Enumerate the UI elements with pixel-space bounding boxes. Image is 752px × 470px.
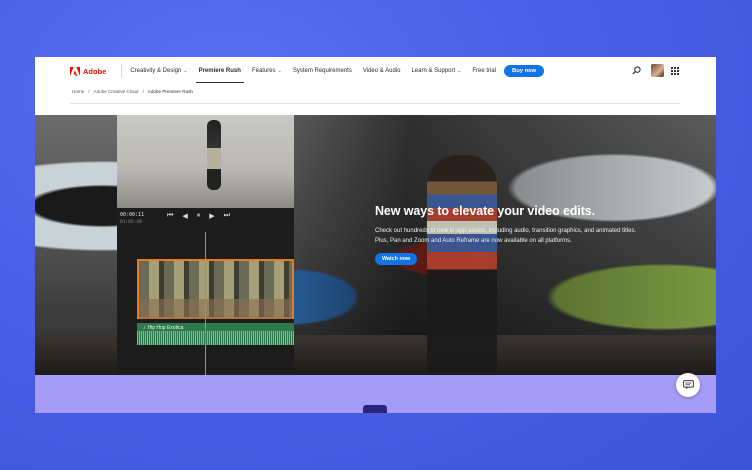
nav-divider xyxy=(121,64,123,78)
nav-label: Learn & Support xyxy=(411,68,456,74)
avatar[interactable] xyxy=(651,64,664,77)
nav-label: Free trial xyxy=(472,68,497,74)
playhead[interactable] xyxy=(205,232,206,375)
search-icon[interactable] xyxy=(632,66,641,75)
nav-video-audio[interactable]: Video & Audio xyxy=(363,68,401,74)
header-actions xyxy=(632,64,679,77)
skip-back-icon[interactable]: ⏮ xyxy=(167,212,173,220)
chevron-down-icon: ⌄ xyxy=(183,68,188,74)
nav-premiere-rush[interactable]: Premiere Rush xyxy=(195,68,245,83)
apps-grid-icon[interactable] xyxy=(671,66,679,75)
adobe-logo-icon xyxy=(70,66,80,76)
hero-banner: 00:00:11 01:05:48 ⏮ ◀ ⏸ ▶ ⏭ ♪ Hip Hop Ex… xyxy=(35,115,716,375)
watch-now-button[interactable]: Watch now xyxy=(375,253,418,265)
timecode-secondary: 01:05:48 xyxy=(120,220,142,225)
hero-text: New ways to elevate your video edits. Ch… xyxy=(375,204,645,265)
top-nav: Adobe Creativity & Design ⌄ Premiere Rush… xyxy=(35,57,716,85)
hero-person-image xyxy=(427,155,497,375)
breadcrumb-separator: / xyxy=(142,89,144,94)
nav-label: System Requirements xyxy=(292,68,352,74)
buy-now-button[interactable]: Buy now xyxy=(504,65,545,77)
chat-button[interactable] xyxy=(676,373,700,397)
breadcrumb: Home / Adobe Creative Cloud / Adobe Prem… xyxy=(72,89,193,94)
band-tab xyxy=(363,405,387,413)
header-divider xyxy=(70,103,681,104)
brand-name: Adobe xyxy=(83,66,107,76)
audio-waveform xyxy=(137,331,294,345)
nav-features[interactable]: Features ⌄ xyxy=(252,68,282,74)
step-forward-icon[interactable]: ▶ xyxy=(209,212,214,220)
nav-system-requirements[interactable]: System Requirements xyxy=(293,68,352,74)
timecode: 00:00:11 xyxy=(120,212,145,218)
hero-body: Check out hundreds of new in-app assets,… xyxy=(375,228,637,244)
playback-controls: ⏮ ◀ ⏸ ▶ ⏭ xyxy=(167,212,230,220)
chevron-down-icon: ⌄ xyxy=(457,68,462,74)
nav-learn-support[interactable]: Learn & Support ⌄ xyxy=(411,68,461,74)
breadcrumb-creative-cloud[interactable]: Adobe Creative Cloud xyxy=(94,89,139,94)
nav-creativity-design[interactable]: Creativity & Design ⌄ xyxy=(130,68,187,74)
step-back-icon[interactable]: ◀ xyxy=(182,212,187,220)
audio-track-label-wrap: ♪ Hip Hop Exotica xyxy=(143,325,183,331)
chevron-down-icon: ⌄ xyxy=(277,68,282,74)
browser-window: Adobe Creativity & Design ⌄ Premiere Rush… xyxy=(35,57,716,413)
adobe-logo[interactable]: Adobe xyxy=(70,66,107,76)
breadcrumb-separator: / xyxy=(88,89,90,94)
hero-title: New ways to elevate your video edits. xyxy=(375,204,595,218)
nav-label: Features xyxy=(251,68,276,74)
video-clip[interactable] xyxy=(137,259,294,319)
audio-track[interactable]: ♪ Hip Hop Exotica xyxy=(137,323,294,345)
nav-label: Premiere Rush xyxy=(198,68,241,74)
skip-forward-icon[interactable]: ⏭ xyxy=(224,212,230,220)
audio-track-label: Hip Hop Exotica xyxy=(147,325,184,331)
nav-label: Video & Audio xyxy=(362,68,401,74)
breadcrumb-home[interactable]: Home xyxy=(72,89,84,94)
editor-panel: 00:00:11 01:05:48 ⏮ ◀ ⏸ ▶ ⏭ ♪ Hip Hop Ex… xyxy=(117,208,294,375)
music-note-icon: ♪ xyxy=(143,325,146,331)
nav-free-trial[interactable]: Free trial xyxy=(472,68,496,74)
breadcrumb-current: Adobe Premiere Rush xyxy=(147,89,193,94)
nav-label: Creativity & Design xyxy=(130,68,182,74)
chat-icon xyxy=(682,380,694,390)
pause-icon[interactable]: ⏸ xyxy=(197,212,201,220)
editor-preview-image xyxy=(117,115,294,208)
